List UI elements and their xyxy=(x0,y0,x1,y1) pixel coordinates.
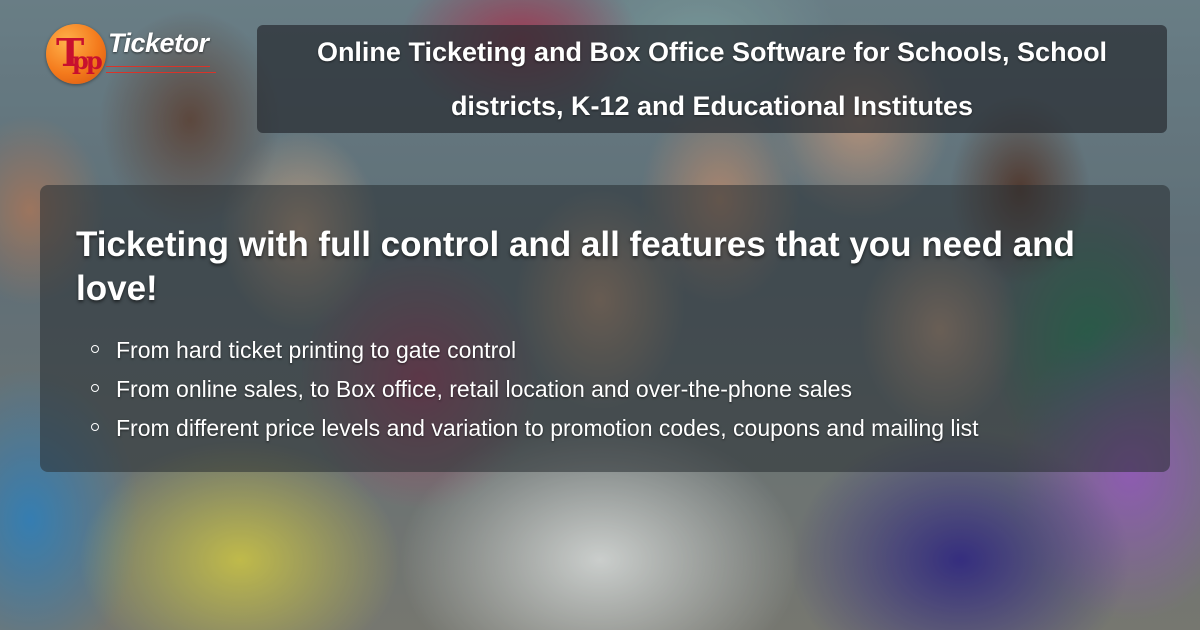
banner: T p p Ticketor Online Ticketing and Box … xyxy=(0,0,1200,630)
ticketor-logo-icon: T p p xyxy=(46,24,106,84)
logo-text: Ticketor xyxy=(108,28,209,58)
ticketor-logo[interactable]: T p p Ticketor xyxy=(46,22,216,90)
list-item-text: From online sales, to Box office, retail… xyxy=(116,376,852,402)
list-item: From different price levels and variatio… xyxy=(91,409,1134,448)
logo-underline xyxy=(106,66,210,67)
circle-bullet-icon xyxy=(91,423,99,431)
list-item: From hard ticket printing to gate contro… xyxy=(91,331,1134,370)
feature-list: From hard ticket printing to gate contro… xyxy=(76,331,1134,448)
page-title: Online Ticketing and Box Office Software… xyxy=(316,37,1108,121)
circle-bullet-icon xyxy=(91,345,99,353)
list-item: From online sales, to Box office, retail… xyxy=(91,370,1134,409)
header-box: Online Ticketing and Box Office Software… xyxy=(257,25,1167,133)
feature-box: Ticketing with full control and all feat… xyxy=(40,185,1170,472)
list-item-text: From hard ticket printing to gate contro… xyxy=(116,337,517,363)
list-item-text: From different price levels and variatio… xyxy=(116,415,979,441)
circle-bullet-icon xyxy=(91,384,99,392)
feature-heading: Ticketing with full control and all feat… xyxy=(76,225,1075,308)
logo-underline xyxy=(106,72,216,73)
